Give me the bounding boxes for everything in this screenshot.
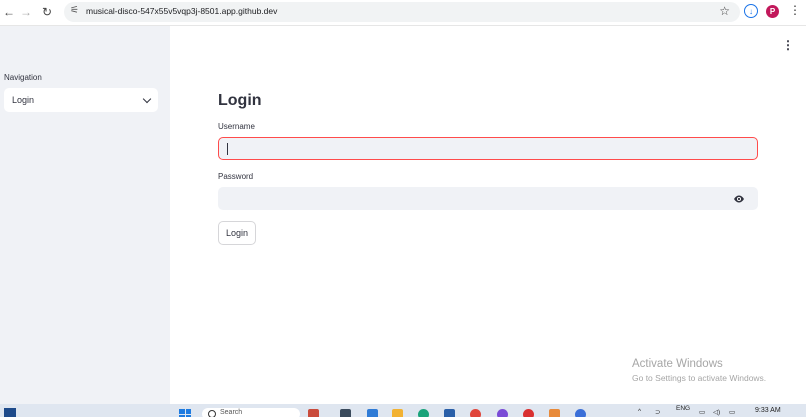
taskbar-search[interactable]: Search bbox=[202, 408, 300, 417]
menu-dots-icon[interactable]: ⋮ bbox=[789, 3, 801, 17]
taskbar-app-icon[interactable] bbox=[308, 409, 319, 417]
volume-icon[interactable]: ◁) bbox=[713, 408, 720, 416]
browser-toolbar: ← → ↻ ⚟ musical-disco-547x55v5vqp3j-8501… bbox=[0, 0, 806, 26]
search-icon bbox=[208, 410, 216, 417]
login-button[interactable]: Login bbox=[218, 221, 256, 245]
taskbar-app-icon[interactable] bbox=[367, 409, 378, 417]
address-bar[interactable]: ⚟ musical-disco-547x55v5vqp3j-8501.app.g… bbox=[64, 2, 740, 22]
taskbar-app-icon[interactable] bbox=[497, 409, 508, 417]
tray-chevron-icon[interactable]: ^ bbox=[638, 408, 641, 415]
tray-app-icon[interactable]: ⊃ bbox=[655, 408, 660, 416]
profile-avatar[interactable]: P bbox=[766, 5, 779, 18]
activate-windows-title: Activate Windows bbox=[632, 358, 723, 370]
sidebar: Navigation Login bbox=[0, 26, 170, 404]
folder-icon[interactable] bbox=[392, 409, 403, 417]
navigation-select-value: Login bbox=[12, 95, 35, 105]
username-input[interactable] bbox=[218, 137, 758, 160]
password-input[interactable] bbox=[218, 187, 758, 210]
taskbar-clock[interactable]: 9:33 AM bbox=[755, 407, 781, 414]
taskbar-app-icon[interactable] bbox=[575, 409, 586, 417]
edge-icon[interactable] bbox=[418, 409, 429, 417]
text-caret bbox=[227, 143, 228, 155]
taskbar-search-placeholder: Search bbox=[220, 409, 243, 416]
star-icon[interactable]: ☆ bbox=[719, 4, 730, 18]
extension-icon[interactable]: ↓ bbox=[744, 4, 758, 18]
battery-icon[interactable]: ▭ bbox=[729, 408, 735, 416]
chrome-icon[interactable] bbox=[470, 409, 481, 417]
eye-icon[interactable] bbox=[733, 194, 745, 204]
reload-icon[interactable]: ↻ bbox=[38, 3, 56, 21]
taskbar: Search ^ ⊃ ENG ▭ ◁) ▭ 9:33 AM bbox=[0, 404, 806, 417]
taskbar-app-icon[interactable] bbox=[549, 409, 560, 417]
back-icon[interactable]: ← bbox=[0, 3, 18, 21]
taskbar-app-icon[interactable] bbox=[444, 409, 455, 417]
url-text: musical-disco-547x55v5vqp3j-8501.app.git… bbox=[86, 6, 278, 16]
taskbar-app-icon[interactable] bbox=[340, 409, 351, 417]
main-content: ⋮ Login Username Password Login bbox=[170, 26, 806, 404]
page-title: Login bbox=[218, 92, 262, 109]
language-indicator[interactable]: ENG bbox=[676, 405, 690, 412]
taskbar-app-icon[interactable] bbox=[523, 409, 534, 417]
username-label: Username bbox=[218, 122, 255, 131]
activate-windows-subtitle: Go to Settings to activate Windows. bbox=[632, 373, 767, 383]
password-label: Password bbox=[218, 172, 254, 181]
wifi-icon[interactable]: ▭ bbox=[699, 408, 705, 416]
navigation-label: Navigation bbox=[4, 73, 42, 82]
widgets-icon[interactable] bbox=[4, 408, 16, 417]
navigation-select[interactable]: Login bbox=[4, 88, 158, 112]
site-info-icon[interactable]: ⚟ bbox=[70, 5, 79, 16]
app-menu-icon[interactable]: ⋮ bbox=[782, 38, 794, 52]
forward-icon[interactable]: → bbox=[17, 3, 35, 21]
windows-start-icon[interactable] bbox=[179, 409, 191, 417]
chevron-down-icon bbox=[142, 94, 152, 104]
